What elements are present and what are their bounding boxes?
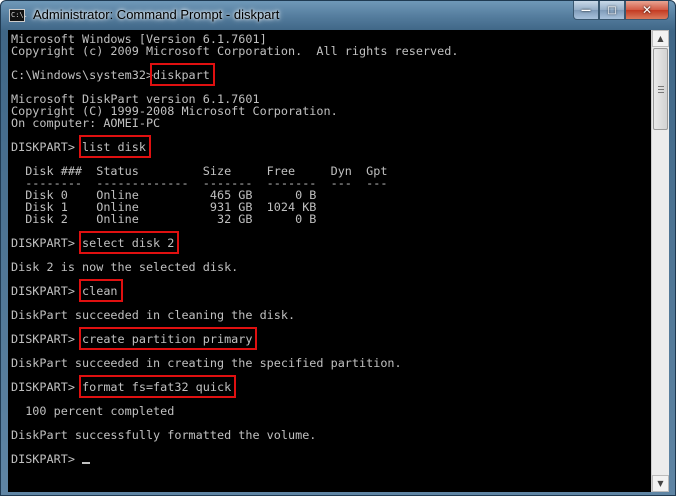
window-controls: — □ ✕ (573, 1, 669, 20)
command-highlight-box (79, 135, 151, 158)
title-bar[interactable]: C:\. Administrator: Command Prompt - dis… (1, 1, 675, 30)
text-cursor (82, 462, 90, 464)
command-highlight-box (79, 231, 180, 254)
cmd-app-icon[interactable]: C:\. (9, 9, 28, 22)
command-prompt-window: C:\. Administrator: Command Prompt - dis… (0, 0, 676, 496)
console-line: DISKPART> (11, 452, 83, 466)
command-highlight-box (79, 375, 237, 398)
console-line: Disk 2 is now the selected disk. (11, 260, 239, 274)
console-line: Disk 2 Online 32 GB 0 B (11, 212, 317, 226)
scroll-down-button[interactable]: ▼ (652, 475, 669, 492)
vertical-scrollbar[interactable]: ▲ ▼ (651, 30, 669, 492)
console-output[interactable]: Microsoft Windows [Version 6.1.7601] Copy… (8, 30, 651, 492)
console-line: Copyright (c) 2009 Microsoft Corporation… (11, 44, 459, 58)
command-highlight-box (79, 279, 123, 302)
console-line: 100 percent completed (11, 404, 175, 418)
thumb-grip-line (658, 92, 664, 93)
scroll-up-button[interactable]: ▲ (652, 30, 669, 47)
maximize-button[interactable]: □ (599, 1, 625, 20)
console-line: DiskPart succeeded in creating the speci… (11, 356, 402, 370)
minimize-button[interactable]: — (573, 1, 599, 20)
close-button[interactable]: ✕ (625, 1, 669, 20)
scroll-thumb[interactable] (653, 48, 668, 130)
window-title: Administrator: Command Prompt - diskpart (33, 7, 280, 22)
command-highlight-box (150, 63, 215, 86)
thumb-grip-line (658, 86, 664, 87)
thumb-grip-line (658, 89, 664, 90)
console-line: On computer: AOMEI-PC (11, 116, 161, 130)
console-line: DiskPart succeeded in cleaning the disk. (11, 308, 296, 322)
command-highlight-box (79, 327, 258, 350)
console-line: DiskPart successfully formatted the volu… (11, 428, 317, 442)
